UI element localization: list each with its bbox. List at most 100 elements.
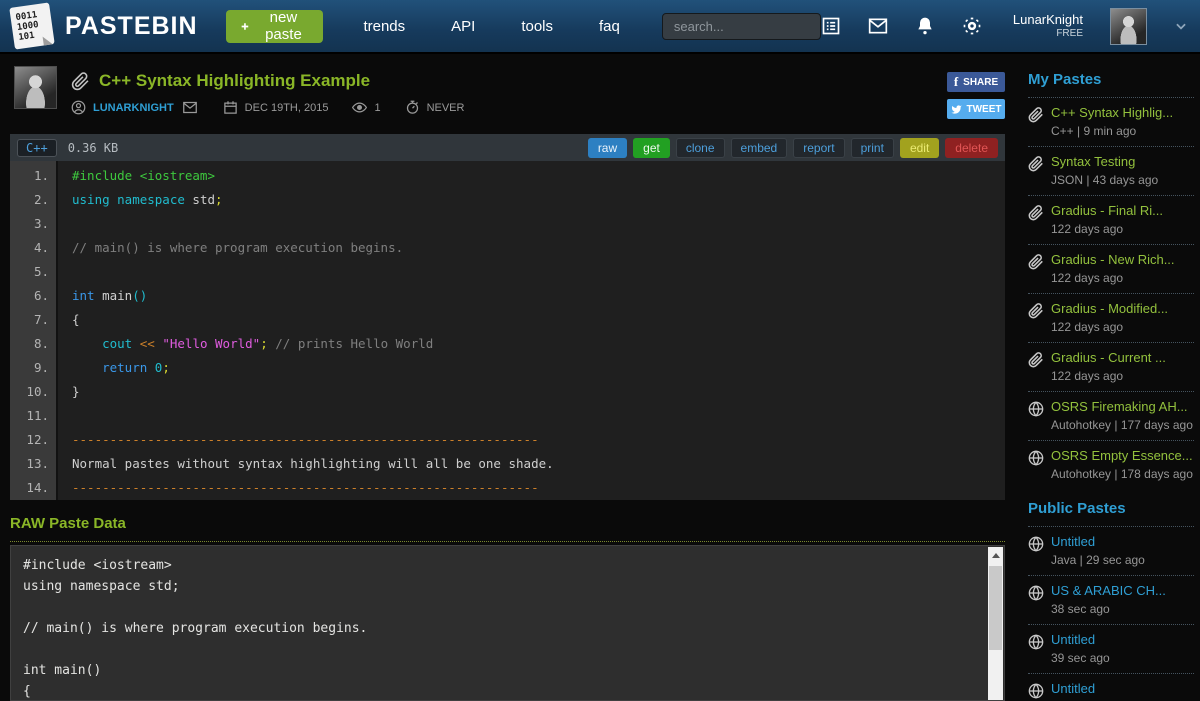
- paste-list-item: Syntax TestingJSON | 43 days ago: [1028, 147, 1194, 196]
- author-link[interactable]: LUNARKNIGHT: [93, 102, 174, 114]
- views-count: 1: [374, 102, 380, 114]
- code-line: 4.// main() is where program execution b…: [10, 236, 1005, 260]
- line-number: 8.: [10, 332, 56, 356]
- brand-title[interactable]: PASTEBIN: [65, 12, 198, 41]
- print-button[interactable]: print: [851, 138, 894, 158]
- pastebin-logo[interactable]: 0011 1000 101: [9, 2, 54, 49]
- notifications-bell-icon[interactable]: [915, 16, 935, 36]
- tweet-label: TWEET: [967, 104, 1002, 115]
- raw-scrollbar[interactable]: [988, 547, 1003, 700]
- line-number: 6.: [10, 284, 56, 308]
- paste-meta: Java | 29 sec ago: [1051, 553, 1194, 567]
- paste-link[interactable]: Gradius - New Rich...: [1051, 252, 1194, 267]
- paperclip-icon: [1028, 352, 1044, 368]
- line-number: 14.: [10, 476, 56, 500]
- line-number: 3.: [10, 212, 56, 236]
- calendar-icon: [223, 100, 238, 115]
- code-line: 7.{: [10, 308, 1005, 332]
- code-text: return 0;: [56, 356, 170, 380]
- code-line: 6.int main(): [10, 284, 1005, 308]
- raw-section-heading: RAW Paste Data: [10, 515, 1005, 542]
- paste-link[interactable]: US & ARABIC CH...: [1051, 583, 1194, 598]
- paperclip-icon: [71, 72, 90, 91]
- scrollbar-thumb[interactable]: [989, 566, 1002, 650]
- share-label: SHARE: [963, 77, 998, 88]
- paste-list-item: C++ Syntax Highlig...C++ | 9 min ago: [1028, 98, 1194, 147]
- chevron-down-icon[interactable]: [1174, 19, 1188, 33]
- facebook-share-button[interactable]: f SHARE: [947, 72, 1005, 92]
- delete-button[interactable]: delete: [945, 138, 998, 158]
- language-badge[interactable]: C++: [17, 139, 57, 157]
- get-button[interactable]: get: [633, 138, 670, 158]
- globe-icon: [1028, 401, 1044, 417]
- pastes-list-icon[interactable]: [821, 16, 841, 36]
- embed-button[interactable]: embed: [731, 138, 788, 158]
- twitter-tweet-button[interactable]: TWEET: [947, 99, 1005, 119]
- globe-icon: [1028, 450, 1044, 466]
- paste-link[interactable]: Gradius - Final Ri...: [1051, 203, 1194, 218]
- paste-link[interactable]: Gradius - Modified...: [1051, 301, 1194, 316]
- paperclip-icon: [1028, 107, 1044, 123]
- user-avatar[interactable]: [1110, 8, 1147, 45]
- raw-button[interactable]: raw: [588, 138, 627, 158]
- paperclip-icon: [1028, 205, 1044, 221]
- nav-link-tools[interactable]: tools: [521, 18, 553, 35]
- globe-icon: [1028, 401, 1044, 417]
- navbar: 0011 1000 101 PASTEBIN new paste trends A…: [0, 0, 1200, 54]
- code-line: 9. return 0;: [10, 356, 1005, 380]
- paste-size: 0.36 KB: [68, 141, 119, 155]
- report-button[interactable]: report: [793, 138, 844, 158]
- messages-icon[interactable]: [868, 16, 888, 36]
- raw-paste-textarea[interactable]: #include <iostream> using namespace std;…: [10, 545, 1005, 701]
- paperclip-icon: [1028, 156, 1044, 172]
- paste-list-item: Gradius - Modified...122 days ago: [1028, 294, 1194, 343]
- paste-link[interactable]: Untitled: [1051, 681, 1194, 696]
- code-toolbar: C++ 0.36 KB rawget clone embedreport printe…: [10, 134, 1005, 161]
- clone-button[interactable]: clone: [676, 138, 725, 158]
- paste-link[interactable]: Untitled: [1051, 632, 1194, 647]
- message-author-icon[interactable]: [181, 100, 199, 115]
- scrollbar-up-arrow-icon[interactable]: [988, 547, 1003, 563]
- settings-gear-icon[interactable]: [962, 16, 982, 36]
- globe-icon: [1028, 634, 1044, 650]
- author-avatar[interactable]: [14, 66, 57, 109]
- line-number: 9.: [10, 356, 56, 380]
- nav-link-faq[interactable]: faq: [599, 18, 620, 35]
- edit-button[interactable]: edit: [900, 138, 939, 158]
- line-number: 10.: [10, 380, 56, 404]
- paste-link[interactable]: Gradius - Current ...: [1051, 350, 1194, 365]
- search-input[interactable]: [662, 13, 821, 40]
- page: 0011 1000 101 PASTEBIN new paste trends A…: [0, 0, 1200, 701]
- code-line: 11.: [10, 404, 1005, 428]
- paste-link[interactable]: Untitled: [1051, 534, 1194, 549]
- paperclip-icon: [1028, 205, 1044, 221]
- paperclip-icon: [1028, 352, 1044, 368]
- globe-icon: [1028, 585, 1044, 601]
- nav-links: trends API tools faq: [363, 18, 619, 35]
- paperclip-icon: [1028, 107, 1044, 123]
- code-text: #include <iostream>: [56, 164, 215, 188]
- new-paste-button[interactable]: new paste: [226, 10, 324, 43]
- globe-icon: [1028, 536, 1044, 552]
- paste-meta: Autohotkey | 178 days ago: [1051, 467, 1194, 481]
- code-line: 3.: [10, 212, 1005, 236]
- paste-list-item: Untitled41 sec ago: [1028, 674, 1194, 701]
- facebook-icon: f: [954, 74, 958, 90]
- paste-link[interactable]: C++ Syntax Highlig...: [1051, 105, 1194, 120]
- paste-link[interactable]: OSRS Firemaking AH...: [1051, 399, 1194, 414]
- code-line: 14.-------------------------------------…: [10, 476, 1005, 500]
- code-text: {: [56, 308, 80, 332]
- user-icon: [71, 100, 86, 115]
- raw-paste-text: #include <iostream> using namespace std;…: [23, 555, 980, 700]
- nav-link-trends[interactable]: trends: [363, 18, 405, 35]
- user-menu[interactable]: LunarKnight FREE: [1013, 12, 1083, 40]
- paste-link[interactable]: Syntax Testing: [1051, 154, 1194, 169]
- nav-link-api[interactable]: API: [451, 18, 475, 35]
- paste-meta: 122 days ago: [1051, 222, 1194, 236]
- globe-icon: [1028, 585, 1044, 601]
- my-pastes-list: C++ Syntax Highlig...C++ | 9 min agoSynt…: [1028, 98, 1194, 489]
- paperclip-icon: [1028, 303, 1044, 319]
- code-line: 5.: [10, 260, 1005, 284]
- navbar-right: LunarKnight FREE: [821, 8, 1188, 45]
- paste-link[interactable]: OSRS Empty Essence...: [1051, 448, 1194, 463]
